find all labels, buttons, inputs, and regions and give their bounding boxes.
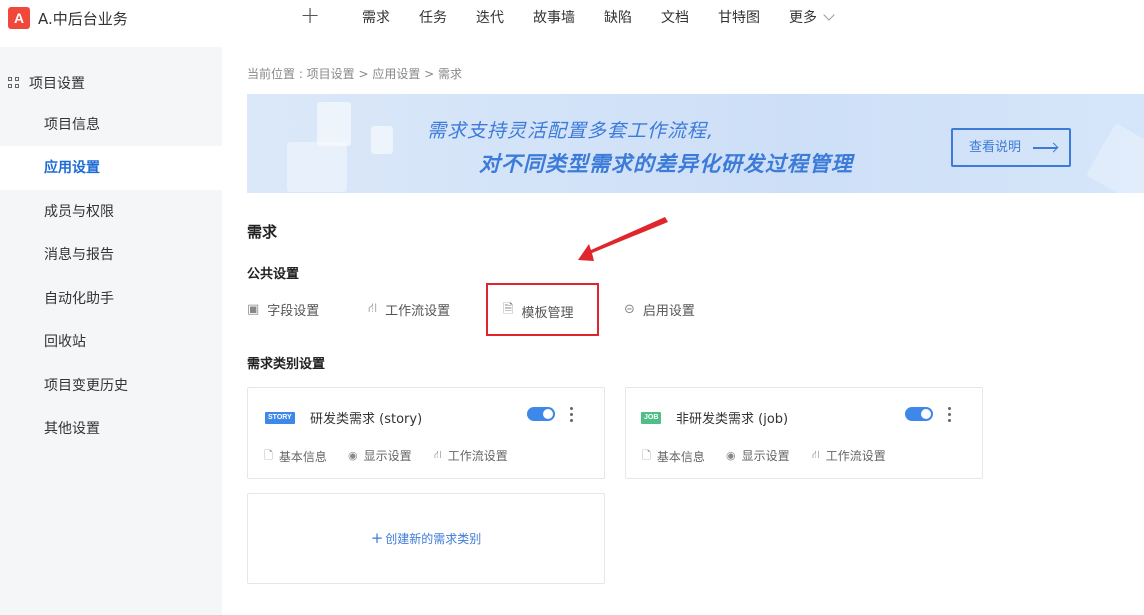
job-badge: JOB (641, 412, 662, 424)
doc-icon: 🗋 (264, 449, 273, 462)
workflow-settings-label: 工作流设置 (385, 304, 451, 319)
display-settings-link[interactable]: ◉ 显示设置 (726, 447, 790, 464)
workflow-icon: ⛙ (434, 448, 442, 461)
sidebar-item-members[interactable]: 成员与权限 (0, 190, 222, 234)
arrow-right-icon (1033, 147, 1057, 149)
workflow-settings-link[interactable]: ⛙ 工作流设置 (368, 300, 450, 319)
view-docs-button[interactable]: 查看说明 (951, 128, 1071, 167)
banner-doc-illustration (317, 102, 351, 146)
sidebar-item-app-settings[interactable]: 应用设置 (0, 146, 222, 190)
workflow-settings-link[interactable]: ⛙ 工作流设置 (434, 447, 508, 464)
display-settings-label: 显示设置 (363, 449, 412, 463)
category-card-job: JOB 非研发类需求 (job) 🗋 基本信息 ◉ 显示设置 ⛙ 工作流设置 (625, 387, 983, 479)
nav-more[interactable]: 更多 (789, 7, 835, 27)
sidebar: 项目设置 项目信息 应用设置 成员与权限 消息与报告 自动化助手 回收站 项目变… (0, 47, 222, 615)
sidebar-item-change-history[interactable]: 项目变更历史 (0, 364, 222, 408)
view-docs-label: 查看说明 (969, 140, 1022, 155)
banner-headline: 需求支持灵活配置多套工作流程, (427, 120, 715, 142)
nav-tasks[interactable]: 任务 (419, 7, 447, 27)
grid-icon (8, 77, 20, 89)
workflow-settings-link[interactable]: ⛙ 工作流设置 (812, 447, 886, 464)
sidebar-item-project-info[interactable]: 项目信息 (0, 103, 222, 147)
category-card-story: STORY 研发类需求 (story) 🗋 基本信息 ◉ 显示设置 ⛙ 工作流设置 (247, 387, 605, 479)
display-settings-link[interactable]: ◉ 显示设置 (348, 447, 412, 464)
toggle-icon: ⊝ (624, 302, 635, 317)
nav-story-wall[interactable]: 故事墙 (533, 7, 575, 27)
workflow-icon: ⛙ (812, 448, 820, 461)
nav-iterations[interactable]: 迭代 (476, 7, 504, 27)
chevron-down-icon (823, 8, 835, 21)
more-options-icon[interactable] (947, 405, 953, 423)
breadcrumb: 当前位置 : 项目设置 > 应用设置 > 需求 (247, 67, 463, 81)
card-title: 非研发类需求 (job) (676, 412, 789, 427)
story-badge: STORY (265, 412, 295, 424)
sidebar-item-automation[interactable]: 自动化助手 (0, 277, 222, 321)
project-title[interactable]: A.中后台业务 (38, 8, 128, 29)
section-title: 需求 (247, 223, 278, 241)
nav-requirements[interactable]: 需求 (362, 7, 390, 27)
display-settings-label: 显示设置 (741, 449, 790, 463)
banner-subheadline: 对不同类型需求的差异化研发过程管理 (479, 152, 853, 176)
banner-doc-illustration (287, 142, 347, 192)
nav-docs[interactable]: 文档 (661, 7, 689, 27)
top-bar: A A.中后台业务 + 需求 任务 迭代 故事墙 缺陷 文档 甘特图 更多 (0, 0, 1144, 47)
info-banner: 需求支持灵活配置多套工作流程, 对不同类型需求的差异化研发过程管理 查看说明 (247, 94, 1144, 193)
card-title: 研发类需求 (story) (310, 412, 423, 427)
plus-icon: + (370, 529, 384, 547)
sidebar-heading: 项目设置 (8, 73, 85, 93)
main-content: 当前位置 : 项目设置 > 应用设置 > 需求 需求支持灵活配置多套工作流程, … (222, 47, 1144, 615)
eye-icon: ◉ (348, 449, 358, 462)
more-options-icon[interactable] (569, 405, 575, 423)
enable-toggle[interactable] (905, 407, 933, 421)
workflow-settings-label: 工作流设置 (825, 449, 886, 463)
workflow-settings-label: 工作流设置 (447, 449, 508, 463)
sidebar-item-messages[interactable]: 消息与报告 (0, 233, 222, 277)
basic-info-label: 基本信息 (278, 450, 327, 464)
basic-info-link[interactable]: 🗋 基本信息 (642, 447, 705, 466)
field-icon: ▣ (247, 302, 260, 317)
public-settings-title: 公共设置 (247, 267, 300, 282)
app-logo[interactable]: A (8, 7, 30, 29)
enable-settings-link[interactable]: ⊝ 启用设置 (624, 300, 695, 319)
basic-info-link[interactable]: 🗋 基本信息 (264, 447, 327, 466)
basic-info-label: 基本信息 (656, 450, 705, 464)
nav-bugs[interactable]: 缺陷 (604, 7, 632, 27)
highlight-box (486, 283, 599, 336)
workflow-icon: ⛙ (368, 301, 378, 316)
create-button[interactable]: + (300, 3, 320, 27)
sidebar-heading-label: 项目设置 (29, 76, 85, 92)
eye-icon: ◉ (726, 449, 736, 462)
nav-more-label: 更多 (789, 10, 817, 26)
doc-icon: 🗋 (642, 449, 651, 462)
nav-gantt[interactable]: 甘特图 (718, 7, 760, 27)
enable-toggle[interactable] (527, 407, 555, 421)
create-category-label: 创建新的需求类别 (385, 532, 482, 546)
create-category-button[interactable]: + 创建新的需求类别 (247, 493, 605, 584)
category-settings-title: 需求类别设置 (247, 357, 326, 372)
enable-settings-label: 启用设置 (642, 304, 695, 319)
field-settings-label: 字段设置 (267, 304, 320, 319)
top-nav: 需求 任务 迭代 故事墙 缺陷 文档 甘特图 更多 (362, 7, 862, 27)
banner-doc-illustration (371, 126, 393, 154)
banner-decoration (1086, 123, 1144, 193)
sidebar-item-recycle-bin[interactable]: 回收站 (0, 320, 222, 364)
sidebar-item-other[interactable]: 其他设置 (0, 407, 222, 451)
field-settings-link[interactable]: ▣ 字段设置 (247, 300, 319, 319)
